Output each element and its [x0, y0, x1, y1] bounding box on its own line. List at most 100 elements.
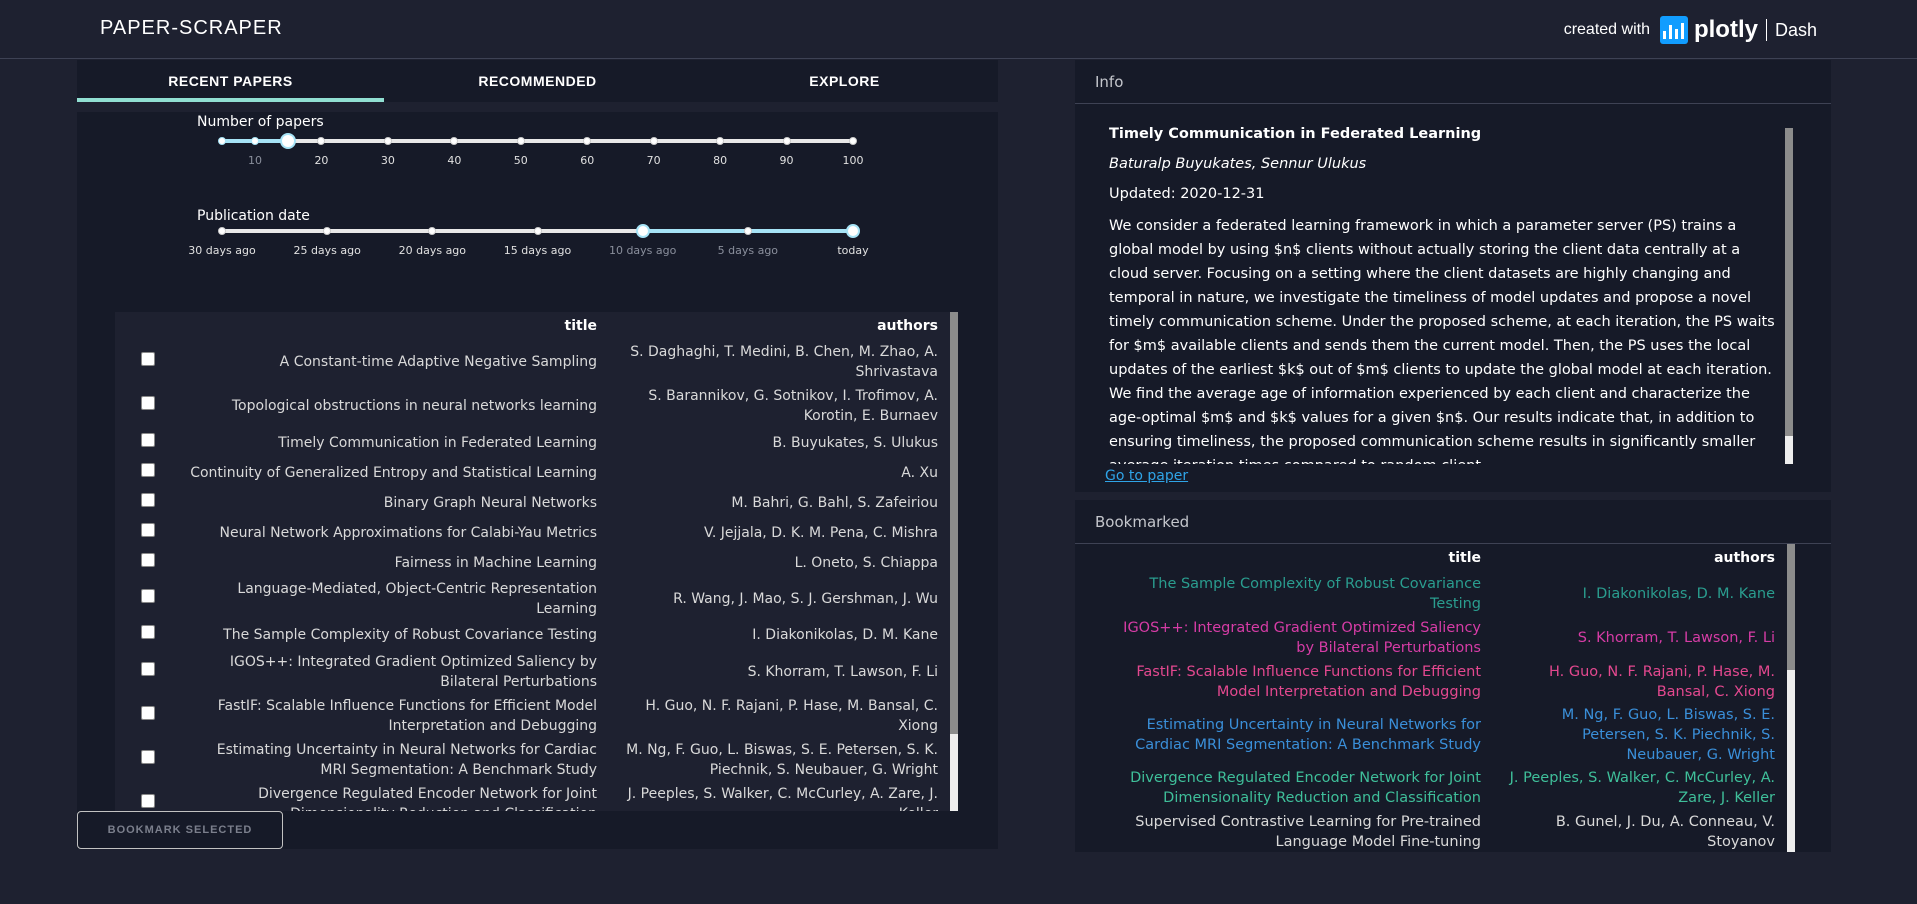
- bookmark-title-cell[interactable]: FastIF: Scalable Influence Functions for…: [1105, 660, 1501, 704]
- paper-authors-cell[interactable]: S. Daghaghi, T. Medini, B. Chen, M. Zhao…: [617, 340, 958, 384]
- table-scrollbar-thumb[interactable]: [950, 312, 958, 734]
- slider-step-dot[interactable]: [743, 227, 752, 235]
- paper-title-cell[interactable]: Language-Mediated, Object-Centric Repres…: [181, 578, 617, 620]
- bookmark-title-cell[interactable]: IGOS++: Integrated Gradient Optimized Sa…: [1105, 616, 1501, 660]
- row-checkbox[interactable]: [141, 706, 155, 720]
- table-row[interactable]: Supervised Contrastive Learning for Pre-…: [1105, 810, 1795, 852]
- table-row[interactable]: Divergence Regulated Encoder Network for…: [115, 782, 958, 811]
- tab-recommended[interactable]: RECOMMENDED: [384, 60, 691, 102]
- paper-authors-cell[interactable]: L. Oneto, S. Chiappa: [617, 548, 958, 578]
- bookmark-authors-cell[interactable]: I. Diakonikolas, D. M. Kane: [1501, 572, 1795, 616]
- column-header-authors[interactable]: authors: [617, 312, 958, 340]
- table-row[interactable]: Divergence Regulated Encoder Network for…: [1105, 766, 1795, 810]
- paper-title-cell[interactable]: Timely Communication in Federated Learni…: [181, 428, 617, 458]
- bookmarked-scrollbar-thumb[interactable]: [1787, 544, 1795, 670]
- slider-step-dot[interactable]: [251, 137, 259, 145]
- bookmark-authors-cell[interactable]: H. Guo, N. F. Rajani, P. Hase, M. Bansal…: [1501, 660, 1795, 704]
- slider-step-dot[interactable]: [649, 137, 658, 145]
- bookmark-title-cell[interactable]: Divergence Regulated Encoder Network for…: [1105, 766, 1501, 810]
- slider-handle[interactable]: [635, 224, 650, 238]
- row-checkbox[interactable]: [141, 553, 155, 567]
- table-row[interactable]: The Sample Complexity of Robust Covarian…: [115, 620, 958, 650]
- table-row[interactable]: Binary Graph Neural Networks M. Bahri, G.…: [115, 488, 958, 518]
- slider-step-dot[interactable]: [516, 137, 525, 145]
- table-row[interactable]: Continuity of Generalized Entropy and St…: [115, 458, 958, 488]
- bookmark-authors-cell[interactable]: J. Peeples, S. Walker, C. McCurley, A. Z…: [1501, 766, 1795, 810]
- paper-authors-cell[interactable]: S. Khorram, T. Lawson, F. Li: [617, 650, 958, 694]
- paper-authors-cell[interactable]: V. Jejjala, D. K. M. Pena, C. Mishra: [617, 518, 958, 548]
- row-checkbox[interactable]: [141, 625, 155, 639]
- paper-authors-cell[interactable]: H. Guo, N. F. Rajani, P. Hase, M. Bansal…: [617, 694, 958, 738]
- column-header-authors[interactable]: authors: [1501, 544, 1795, 572]
- table-row[interactable]: IGOS++: Integrated Gradient Optimized Sa…: [115, 650, 958, 694]
- table-row[interactable]: Neural Network Approximations for Calabi…: [115, 518, 958, 548]
- row-checkbox[interactable]: [141, 589, 155, 603]
- paper-authors-cell[interactable]: M. Bahri, G. Bahl, S. Zafeiriou: [617, 488, 958, 518]
- bookmark-title-cell[interactable]: Supervised Contrastive Learning for Pre-…: [1105, 810, 1501, 852]
- column-header-title[interactable]: title: [181, 312, 617, 340]
- slider-step-dot[interactable]: [323, 227, 332, 235]
- slider-step-dot[interactable]: [849, 137, 857, 145]
- paper-title-cell[interactable]: FastIF: Scalable Influence Functions for…: [181, 694, 617, 738]
- info-scrollbar[interactable]: [1785, 128, 1793, 464]
- num-papers-slider[interactable]: 10 20 30 40 50 60 70 80 90 100: [77, 112, 998, 172]
- info-scrollbar-thumb[interactable]: [1785, 128, 1793, 436]
- table-row[interactable]: FastIF: Scalable Influence Functions for…: [115, 694, 958, 738]
- row-checkbox[interactable]: [141, 523, 155, 537]
- table-row[interactable]: Topological obstructions in neural netwo…: [115, 384, 958, 428]
- pub-date-range-slider[interactable]: 30 days ago 25 days ago 20 days ago 15 days…: [77, 202, 998, 262]
- paper-authors-cell[interactable]: I. Diakonikolas, D. M. Kane: [617, 620, 958, 650]
- paper-title-cell[interactable]: IGOS++: Integrated Gradient Optimized Sa…: [181, 650, 617, 694]
- paper-authors-cell[interactable]: S. Barannikov, G. Sotnikov, I. Trofimov,…: [617, 384, 958, 428]
- paper-authors-cell[interactable]: R. Wang, J. Mao, S. J. Gershman, J. Wu: [617, 578, 958, 620]
- paper-authors-cell[interactable]: M. Ng, F. Guo, L. Biswas, S. E. Petersen…: [617, 738, 958, 782]
- table-row[interactable]: A Constant-time Adaptive Negative Sampli…: [115, 340, 958, 384]
- row-checkbox[interactable]: [141, 352, 155, 366]
- paper-title-cell[interactable]: A Constant-time Adaptive Negative Sampli…: [181, 340, 617, 384]
- row-checkbox[interactable]: [141, 493, 155, 507]
- paper-title-cell[interactable]: Fairness in Machine Learning: [181, 548, 617, 578]
- slider-step-dot[interactable]: [583, 137, 592, 145]
- table-scrollbar[interactable]: [950, 312, 958, 811]
- slider-step-dot[interactable]: [383, 137, 392, 145]
- table-row[interactable]: FastIF: Scalable Influence Functions for…: [1105, 660, 1795, 704]
- paper-title-cell[interactable]: Topological obstructions in neural netwo…: [181, 384, 617, 428]
- bookmark-selected-button[interactable]: BOOKMARK SELECTED: [77, 811, 283, 849]
- bookmark-authors-cell[interactable]: B. Gunel, J. Du, A. Conneau, V. Stoyanov: [1501, 810, 1795, 852]
- bookmark-title-cell[interactable]: The Sample Complexity of Robust Covarian…: [1105, 572, 1501, 616]
- paper-title-cell[interactable]: Continuity of Generalized Entropy and St…: [181, 458, 617, 488]
- slider-step-dot[interactable]: [218, 137, 226, 145]
- slider-handle[interactable]: [280, 133, 297, 149]
- slider-step-dot[interactable]: [782, 137, 791, 145]
- slider-step-dot[interactable]: [716, 137, 725, 145]
- table-row[interactable]: Estimating Uncertainty in Neural Network…: [1105, 704, 1795, 766]
- row-checkbox[interactable]: [141, 433, 155, 447]
- bookmark-authors-cell[interactable]: M. Ng, F. Guo, L. Biswas, S. E. Petersen…: [1501, 704, 1795, 766]
- bookmark-title-cell[interactable]: Estimating Uncertainty in Neural Network…: [1105, 704, 1501, 766]
- slider-handle[interactable]: [846, 224, 860, 238]
- paper-title-cell[interactable]: Estimating Uncertainty in Neural Network…: [181, 738, 617, 782]
- paper-authors-cell[interactable]: J. Peeples, S. Walker, C. McCurley, A. Z…: [617, 782, 958, 811]
- paper-authors-cell[interactable]: B. Buyukates, S. Ulukus: [617, 428, 958, 458]
- plotly-dash-brand[interactable]: created with plotly Dash: [1564, 16, 1817, 44]
- go-to-paper-link[interactable]: Go to paper: [1105, 468, 1188, 484]
- paper-title-cell[interactable]: The Sample Complexity of Robust Covarian…: [181, 620, 617, 650]
- table-row[interactable]: IGOS++: Integrated Gradient Optimized Sa…: [1105, 616, 1795, 660]
- table-row[interactable]: Estimating Uncertainty in Neural Network…: [115, 738, 958, 782]
- row-checkbox[interactable]: [141, 794, 155, 808]
- row-checkbox[interactable]: [141, 396, 155, 410]
- column-header-title[interactable]: title: [1105, 544, 1501, 572]
- paper-title-cell[interactable]: Neural Network Approximations for Calabi…: [181, 518, 617, 548]
- tab-recent-papers[interactable]: RECENT PAPERS: [77, 60, 384, 102]
- slider-step-dot[interactable]: [450, 137, 459, 145]
- table-row[interactable]: Fairness in Machine Learning L. Oneto, S.…: [115, 548, 958, 578]
- slider-step-dot[interactable]: [317, 137, 326, 145]
- row-checkbox[interactable]: [141, 662, 155, 676]
- paper-authors-cell[interactable]: A. Xu: [617, 458, 958, 488]
- bookmark-authors-cell[interactable]: S. Khorram, T. Lawson, F. Li: [1501, 616, 1795, 660]
- table-row[interactable]: Timely Communication in Federated Learni…: [115, 428, 958, 458]
- paper-title-cell[interactable]: Binary Graph Neural Networks: [181, 488, 617, 518]
- tab-explore[interactable]: EXPLORE: [691, 60, 998, 102]
- slider-step-dot[interactable]: [533, 227, 542, 235]
- table-row[interactable]: Language-Mediated, Object-Centric Repres…: [115, 578, 958, 620]
